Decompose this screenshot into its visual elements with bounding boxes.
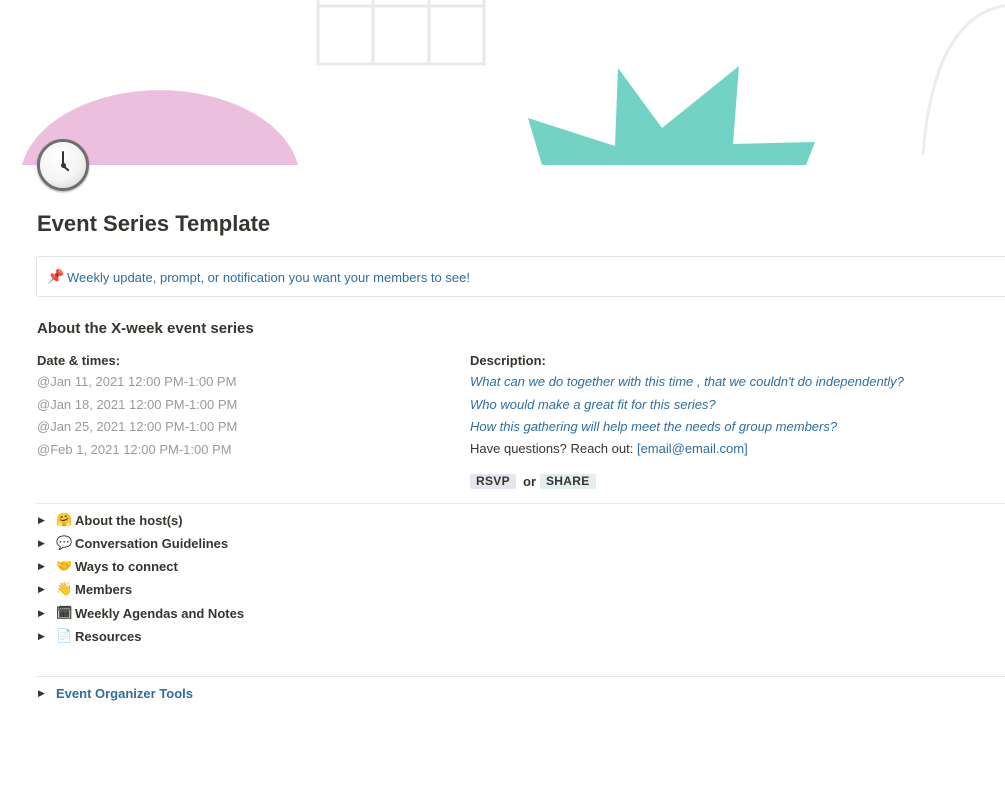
contact-prefix: Have questions? Reach out: — [470, 441, 634, 456]
toggle-label[interactable]: Conversation Guidelines — [75, 536, 228, 551]
divider — [36, 503, 1005, 504]
handshake-icon: 🤝 — [56, 558, 73, 573]
toggle-resources[interactable]: ▶ 📄 Resources — [38, 627, 141, 645]
toggle-weekly-agendas[interactable]: ▶ 🗓 Weekly Agendas and Notes — [38, 604, 244, 622]
hugging-face-icon: 🤗 — [56, 512, 73, 527]
toggle-arrow-icon[interactable]: ▶ — [38, 584, 52, 595]
document-icon: 📄 — [56, 628, 73, 643]
clock-center — [61, 163, 66, 168]
page-title[interactable]: Event Series Template — [37, 211, 270, 237]
about-heading: About the X-week event series — [37, 320, 254, 337]
toggle-arrow-icon[interactable]: ▶ — [38, 688, 52, 699]
organizer-tools-link[interactable]: Event Organizer Tools — [56, 686, 193, 701]
toggle-label[interactable]: Weekly Agendas and Notes — [75, 606, 244, 621]
callout-block[interactable]: 📌 Weekly update, prompt, or notification… — [36, 256, 1005, 297]
date-mention[interactable]: @Jan 25, 2021 12:00 PM-1:00 PM — [37, 419, 237, 434]
toggle-event-organizer-tools[interactable]: ▶ Event Organizer Tools — [38, 684, 193, 702]
contact-email-link[interactable]: [email@email.com] — [637, 441, 748, 456]
calendar-icon: 🗓 — [56, 605, 73, 620]
cover-arch-line — [921, 4, 1005, 156]
toggle-arrow-icon[interactable]: ▶ — [38, 608, 52, 619]
clock-icon[interactable] — [37, 139, 89, 191]
toggle-label[interactable]: Resources — [75, 629, 141, 644]
toggle-arrow-icon[interactable]: ▶ — [38, 561, 52, 572]
toggle-label[interactable]: About the host(s) — [75, 513, 183, 528]
divider — [36, 676, 1005, 677]
toggle-arrow-icon[interactable]: ▶ — [38, 515, 52, 526]
description-question: Who would make a great fit for this seri… — [470, 397, 716, 412]
rsvp-tag[interactable]: RSVP — [470, 474, 516, 489]
contact-line: Have questions? Reach out: [email@email.… — [470, 441, 748, 456]
pushpin-icon: 📌 — [47, 268, 65, 284]
share-tag[interactable]: SHARE — [540, 474, 596, 489]
toggle-members[interactable]: ▶ 👋 Members — [38, 580, 132, 598]
cover-art — [22, 0, 1005, 165]
toggle-conversation-guidelines[interactable]: ▶ 💬 Conversation Guidelines — [38, 534, 228, 552]
toggle-arrow-icon[interactable]: ▶ — [38, 631, 52, 642]
cover-grid-shape — [316, 0, 486, 66]
dates-header: Date & times: — [37, 353, 121, 368]
description-header: Description: — [470, 353, 546, 368]
date-mention[interactable]: @Jan 11, 2021 12:00 PM-1:00 PM — [37, 374, 236, 389]
date-mention[interactable]: @Feb 1, 2021 12:00 PM-1:00 PM — [37, 442, 232, 457]
cover-image — [0, 0, 1005, 165]
speech-bubble-icon: 💬 — [56, 535, 73, 550]
toggle-ways-to-connect[interactable]: ▶ 🤝 Ways to connect — [38, 557, 178, 575]
or-text: or — [523, 474, 536, 489]
toggle-about-hosts[interactable]: ▶ 🤗 About the host(s) — [38, 511, 183, 529]
toggle-label[interactable]: Ways to connect — [75, 559, 178, 574]
date-mention[interactable]: @Jan 18, 2021 12:00 PM-1:00 PM — [37, 397, 237, 412]
callout-text[interactable]: Weekly update, prompt, or notification y… — [67, 270, 470, 285]
description-question: How this gathering will help meet the ne… — [470, 419, 838, 434]
cover-teal-crown — [528, 66, 815, 165]
toggle-arrow-icon[interactable]: ▶ — [38, 538, 52, 549]
toggle-label[interactable]: Members — [75, 582, 132, 597]
waving-hand-icon: 👋 — [56, 581, 73, 596]
description-question: What can we do together with this time ,… — [470, 374, 904, 389]
